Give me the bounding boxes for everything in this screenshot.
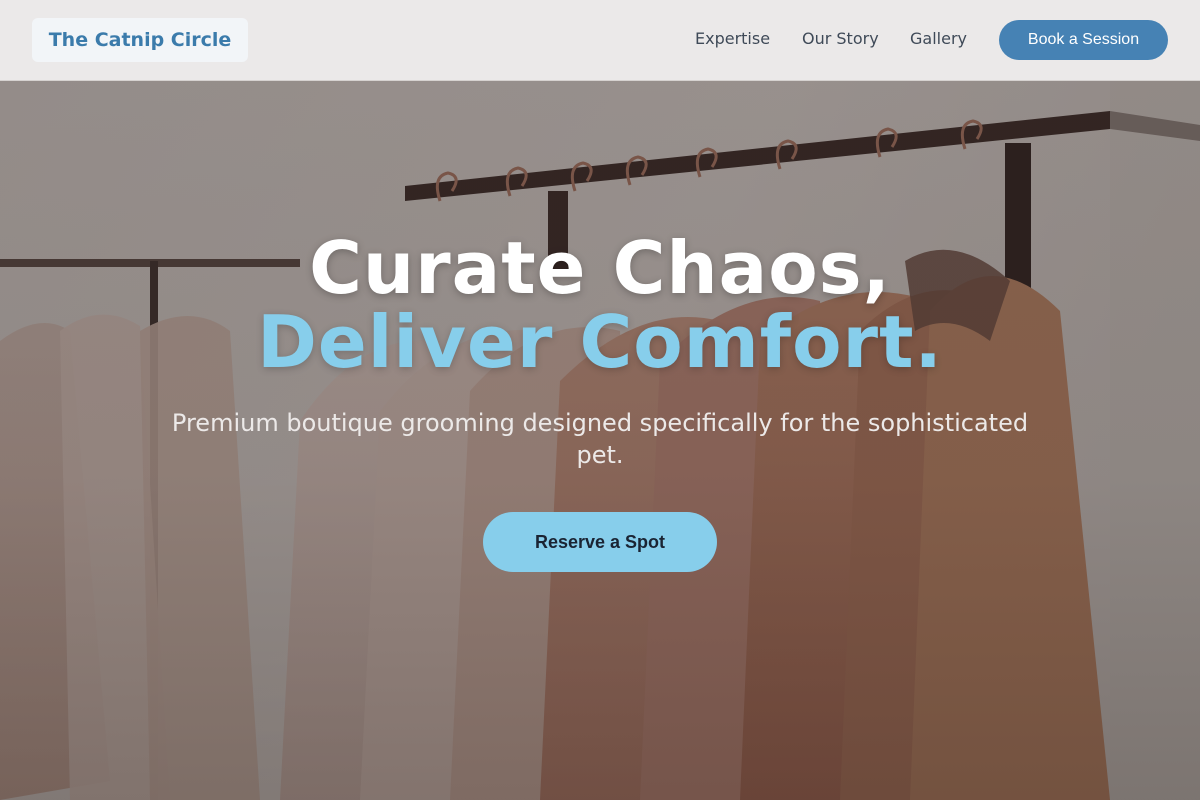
- nav-link-our-story[interactable]: Our Story: [802, 29, 879, 49]
- nav-link-gallery[interactable]: Gallery: [910, 29, 967, 49]
- nav-link-expertise[interactable]: Expertise: [695, 29, 770, 49]
- hero-section: Curate Chaos, Deliver Comfort. Premium b…: [0, 81, 1200, 800]
- brand-logo[interactable]: The Catnip Circle: [32, 18, 248, 62]
- book-session-button[interactable]: Book a Session: [999, 20, 1168, 60]
- hero-heading: Curate Chaos, Deliver Comfort.: [150, 231, 1050, 379]
- site-header: The Catnip Circle Expertise Our Story Ga…: [0, 0, 1200, 81]
- hero-content: Curate Chaos, Deliver Comfort. Premium b…: [150, 231, 1050, 572]
- reserve-spot-button[interactable]: Reserve a Spot: [483, 512, 717, 572]
- hero-heading-line1: Curate Chaos,: [309, 226, 891, 310]
- hero-heading-line2: Deliver Comfort.: [257, 300, 943, 384]
- hero-subtitle: Premium boutique grooming designed speci…: [171, 409, 1029, 469]
